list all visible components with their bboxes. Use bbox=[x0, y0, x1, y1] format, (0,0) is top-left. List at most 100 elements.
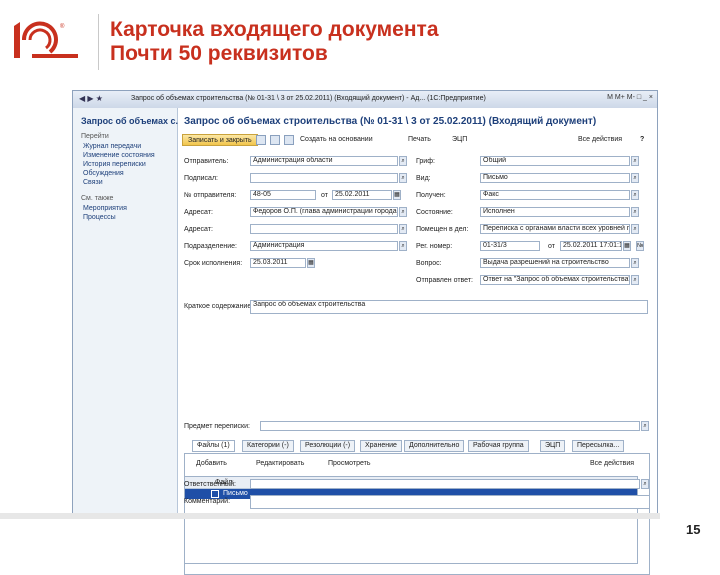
copy-icon[interactable] bbox=[270, 135, 280, 145]
received-via-field[interactable]: Факс bbox=[480, 190, 630, 200]
sidebar-link[interactable]: Изменение состояния bbox=[83, 152, 155, 159]
save-and-close-button[interactable]: Записать и закрыть bbox=[182, 134, 258, 146]
sidebar-section-goto: Перейти bbox=[81, 133, 109, 140]
tab-files[interactable]: Файлы (1) bbox=[192, 440, 235, 452]
search-icon[interactable]: ⌕ bbox=[631, 258, 639, 268]
case-file-field[interactable]: Переписка с органами власти всех уровней… bbox=[480, 224, 630, 234]
department-field[interactable]: Администрация bbox=[250, 241, 398, 251]
classification-field[interactable]: Общий bbox=[480, 156, 630, 166]
search-icon[interactable]: ⌕ bbox=[399, 156, 407, 166]
files-grid: Файл Письмо bbox=[184, 476, 638, 564]
date-label: от bbox=[548, 243, 555, 250]
search-icon[interactable]: ⌕ bbox=[399, 207, 407, 217]
sender-field[interactable]: Администрация области bbox=[250, 156, 398, 166]
search-icon[interactable]: ⌕ bbox=[631, 156, 639, 166]
deadline-field[interactable]: 25.03.2011 bbox=[250, 258, 306, 268]
field-label: Адресат: bbox=[184, 209, 213, 216]
document-icon bbox=[211, 490, 219, 498]
field-label: Рег. номер: bbox=[416, 243, 453, 250]
field-label: Срок исполнения: bbox=[184, 260, 243, 267]
sidebar-link[interactable]: Обсуждения bbox=[83, 170, 124, 177]
sidebar-link[interactable]: Связи bbox=[83, 179, 103, 186]
field-label: Подразделение: bbox=[184, 243, 237, 250]
search-icon[interactable]: ⌕ bbox=[641, 421, 649, 431]
tab-esp[interactable]: ЭЦП bbox=[540, 440, 566, 452]
document-window: ◀ ▶ ★ Запрос об объемах строительства (№… bbox=[72, 90, 658, 575]
window-title: Запрос об объемах строительства (№ 01-31… bbox=[131, 95, 486, 102]
add-file-button[interactable]: Добавить bbox=[196, 460, 227, 467]
footer-rule bbox=[0, 513, 660, 519]
signed-by-field[interactable] bbox=[250, 173, 398, 183]
responsible-field[interactable] bbox=[250, 479, 640, 489]
search-icon[interactable]: ⌕ bbox=[641, 479, 649, 489]
subject-field[interactable] bbox=[260, 421, 640, 431]
window-titlebar: ◀ ▶ ★ Запрос об объемах строительства (№… bbox=[73, 91, 657, 109]
save-icon[interactable] bbox=[256, 135, 266, 145]
reg-date-field[interactable]: 25.02.2011 17:01:16 bbox=[560, 241, 622, 251]
tab-forwarding[interactable]: Пересылка... bbox=[572, 440, 625, 452]
field-label: Подписал: bbox=[184, 175, 218, 182]
search-icon[interactable]: ⌕ bbox=[399, 173, 407, 183]
addressee-field[interactable]: Федоров О.П. (глава администрации города… bbox=[250, 207, 398, 217]
field-label: Состояние: bbox=[416, 209, 453, 216]
help-icon[interactable]: ? bbox=[640, 136, 644, 143]
search-icon[interactable]: ⌕ bbox=[399, 224, 407, 234]
field-label: Помещен в дел: bbox=[416, 226, 469, 233]
search-icon[interactable]: ⌕ bbox=[631, 190, 639, 200]
tab-categories[interactable]: Категории (-) bbox=[242, 440, 294, 452]
search-icon[interactable]: ⌕ bbox=[631, 224, 639, 234]
addressee-2-field[interactable] bbox=[250, 224, 398, 234]
field-label: Получен: bbox=[416, 192, 446, 199]
search-icon[interactable]: ⌕ bbox=[399, 241, 407, 251]
field-label: Гриф: bbox=[416, 158, 435, 165]
reply-sent-field[interactable]: Ответ на "Запрос об объемах строительств… bbox=[480, 275, 630, 285]
files-all-actions-button[interactable]: Все действия bbox=[590, 460, 634, 467]
summary-field[interactable]: Запрос об объемах строительства bbox=[250, 300, 648, 314]
calendar-icon[interactable]: ▦ bbox=[393, 190, 401, 200]
page-number: 15 bbox=[686, 522, 701, 537]
edit-file-button[interactable]: Редактировать bbox=[256, 460, 304, 467]
question-field[interactable]: Выдача разрешений на строительство bbox=[480, 258, 630, 268]
sender-number-field[interactable]: 48-05 bbox=[250, 190, 316, 200]
sidebar-link[interactable]: История переписки bbox=[83, 161, 146, 168]
field-label: № отправителя: bbox=[184, 192, 237, 199]
print-button[interactable]: Печать bbox=[408, 136, 431, 143]
form-area: Запрос об объемах строительства (№ 01-31… bbox=[178, 108, 657, 575]
nav-arrows-icon[interactable]: ◀ ▶ ★ bbox=[79, 94, 103, 103]
slide-title-line-1: Карточка входящего документа bbox=[110, 18, 439, 41]
search-icon[interactable]: ⌕ bbox=[631, 207, 639, 217]
window-buttons[interactable]: M M+ M- □ _ × bbox=[607, 94, 653, 101]
tab-resolutions[interactable]: Резолюции (-) bbox=[300, 440, 356, 452]
sender-date-field[interactable]: 25.02.2011 bbox=[332, 190, 392, 200]
view-file-button[interactable]: Просмотреть bbox=[328, 460, 370, 467]
sidebar-link[interactable]: Журнал передачи bbox=[83, 143, 141, 150]
tab-storage[interactable]: Хранение bbox=[360, 440, 402, 452]
all-actions-button[interactable]: Все действия bbox=[578, 136, 622, 143]
sidebar-section-see-also: См. также bbox=[81, 195, 114, 202]
mail-icon[interactable] bbox=[284, 135, 294, 145]
header-divider bbox=[98, 14, 99, 70]
state-field[interactable]: Исполнен bbox=[480, 207, 630, 217]
kind-field[interactable]: Письмо bbox=[480, 173, 630, 183]
svg-text:®: ® bbox=[60, 23, 65, 30]
reg-number-field[interactable]: 01-31/3 bbox=[480, 241, 540, 251]
tab-workgroup[interactable]: Рабочая группа bbox=[468, 440, 529, 452]
calendar-icon[interactable]: ▦ bbox=[307, 258, 315, 268]
search-icon[interactable]: ⌕ bbox=[631, 173, 639, 183]
tab-additional[interactable]: Дополнительно bbox=[404, 440, 465, 452]
file-name: Письмо bbox=[223, 490, 248, 497]
comment-field[interactable] bbox=[250, 495, 650, 509]
1c-logo: ® bbox=[14, 21, 78, 58]
field-label: Предмет переписки: bbox=[184, 423, 250, 430]
sidebar-link[interactable]: Процессы bbox=[83, 214, 116, 221]
field-label: Краткое содержание: bbox=[184, 303, 254, 310]
search-icon[interactable]: ⌕ bbox=[631, 275, 639, 285]
calendar-icon[interactable]: ▦ bbox=[623, 241, 631, 251]
number-icon[interactable]: № bbox=[636, 241, 644, 251]
create-based-button[interactable]: Создать на основании bbox=[300, 136, 373, 143]
field-label: Адресат: bbox=[184, 226, 213, 233]
esp-button[interactable]: ЭЦП bbox=[452, 136, 467, 143]
sidebar-link[interactable]: Мероприятия bbox=[83, 205, 127, 212]
sidebar-title: Запрос об объемах с... bbox=[81, 116, 183, 126]
field-label: Отправитель: bbox=[184, 158, 229, 165]
